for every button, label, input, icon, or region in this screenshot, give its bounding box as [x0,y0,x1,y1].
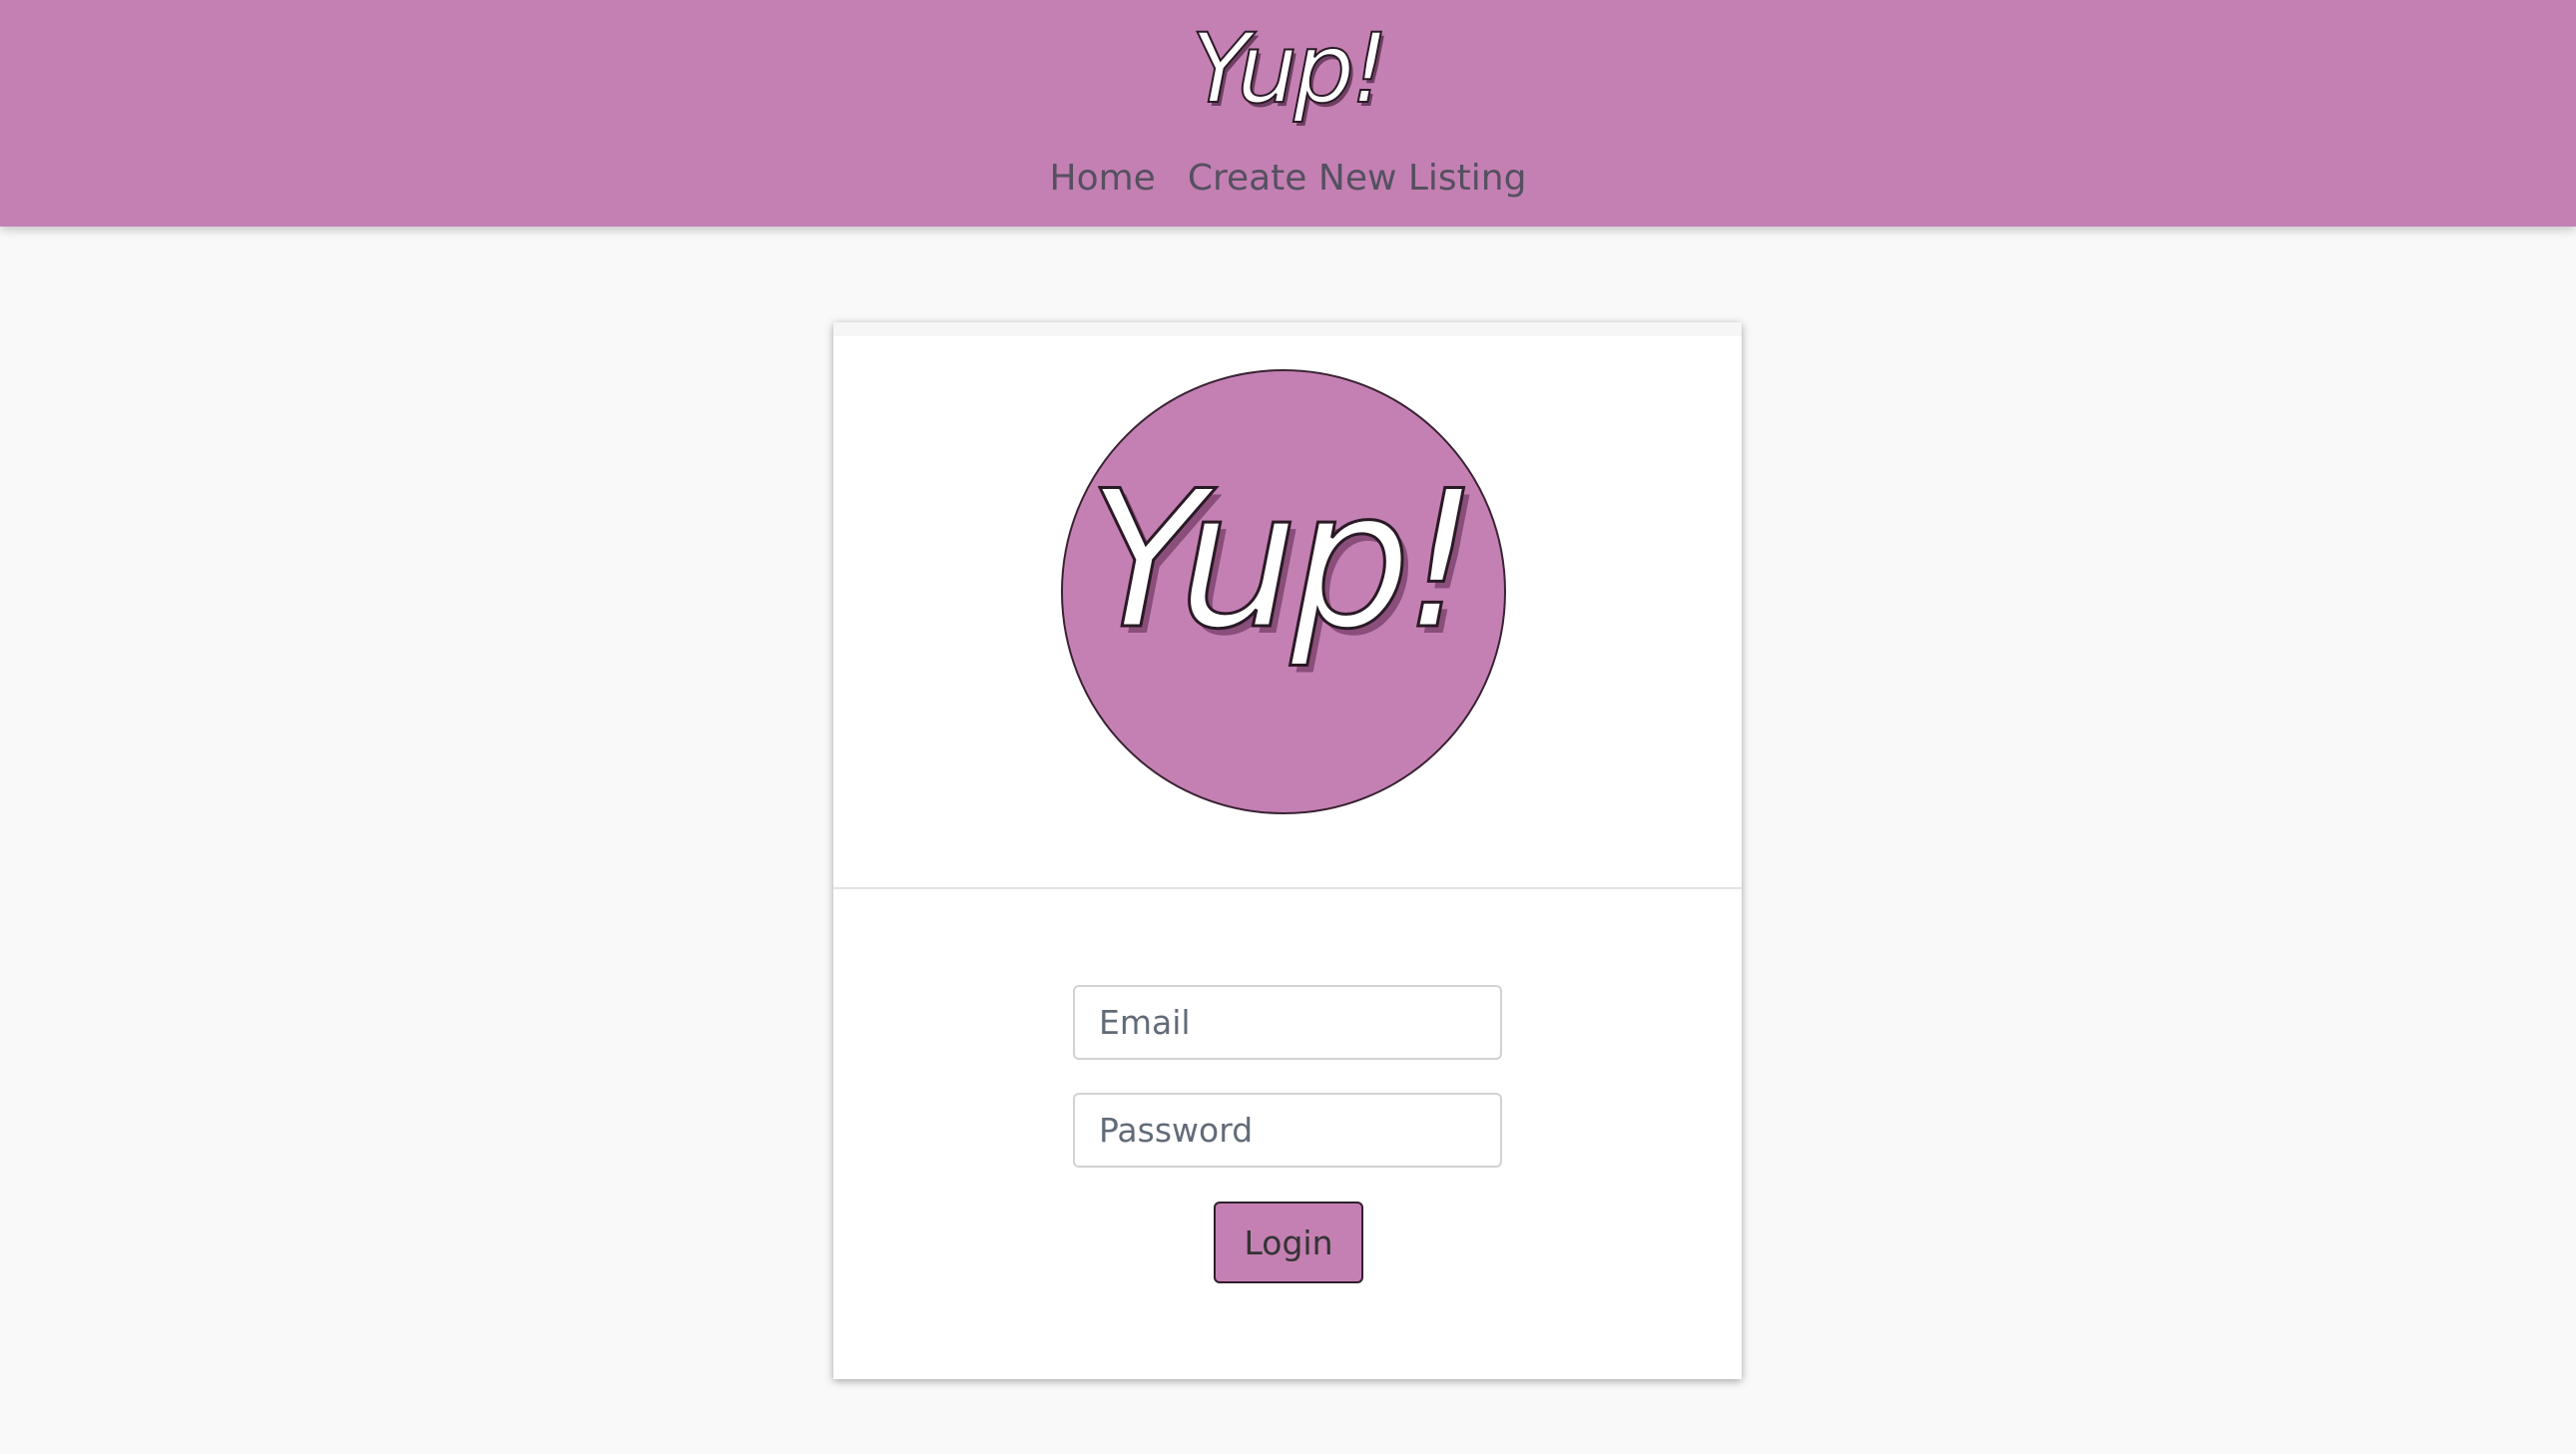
password-field[interactable] [1073,1093,1502,1168]
nav-link-home[interactable]: Home [1050,152,1156,206]
header-logo[interactable]: Yup! [0,13,2576,125]
card-logo: Yup! [1061,369,1506,814]
nav-link-create-new-listing[interactable]: Create New Listing [1188,152,1527,206]
login-card: Yup! Login [833,322,1742,1379]
card-top-strip [833,322,1742,336]
main-nav: Home Create New Listing [0,152,2576,206]
login-button[interactable]: Login [1214,1202,1363,1283]
email-field[interactable] [1073,985,1502,1060]
site-header: Yup! Home Create New Listing [0,0,2576,227]
card-logo-text: Yup! [1087,449,1481,673]
card-divider [833,887,1742,889]
